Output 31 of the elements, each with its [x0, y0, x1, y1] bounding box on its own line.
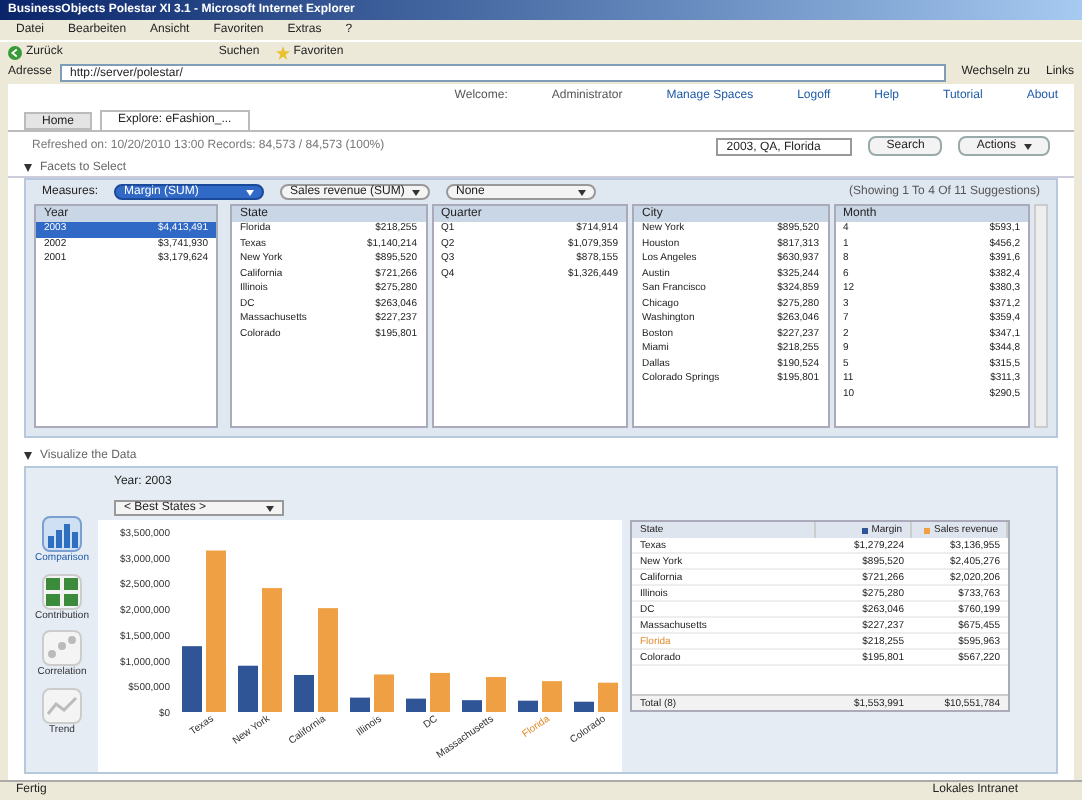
- bar-chart-icon: [46, 520, 78, 548]
- bar: [518, 700, 538, 712]
- caret-icon: [266, 505, 274, 511]
- bar: [182, 646, 202, 712]
- bar: [542, 681, 562, 712]
- bar: [574, 701, 594, 712]
- bar: [598, 682, 618, 712]
- bar: [318, 608, 338, 712]
- bar: [350, 697, 370, 712]
- bar: [462, 700, 482, 712]
- bar: [262, 588, 282, 712]
- bar: [294, 674, 314, 712]
- caret-icon: [412, 189, 421, 195]
- line-chart-icon: [46, 691, 78, 719]
- caret-icon: [578, 189, 587, 195]
- collapse-icon[interactable]: [24, 164, 32, 172]
- scatter-icon: [46, 634, 78, 662]
- star-icon: [275, 45, 290, 59]
- caret-icon: [246, 189, 255, 195]
- caret-icon: [1024, 143, 1032, 149]
- collapse-icon[interactable]: [24, 452, 32, 460]
- bar: [486, 677, 506, 712]
- legend-swatch: [924, 527, 931, 533]
- tile-grid-icon: [46, 577, 78, 605]
- bar: [430, 672, 450, 712]
- bar: [406, 698, 426, 712]
- bar: [374, 674, 394, 712]
- bar: [238, 665, 258, 712]
- legend-swatch: [861, 527, 868, 533]
- back-arrow-icon: [8, 45, 22, 59]
- scrollbar[interactable]: [1034, 204, 1048, 428]
